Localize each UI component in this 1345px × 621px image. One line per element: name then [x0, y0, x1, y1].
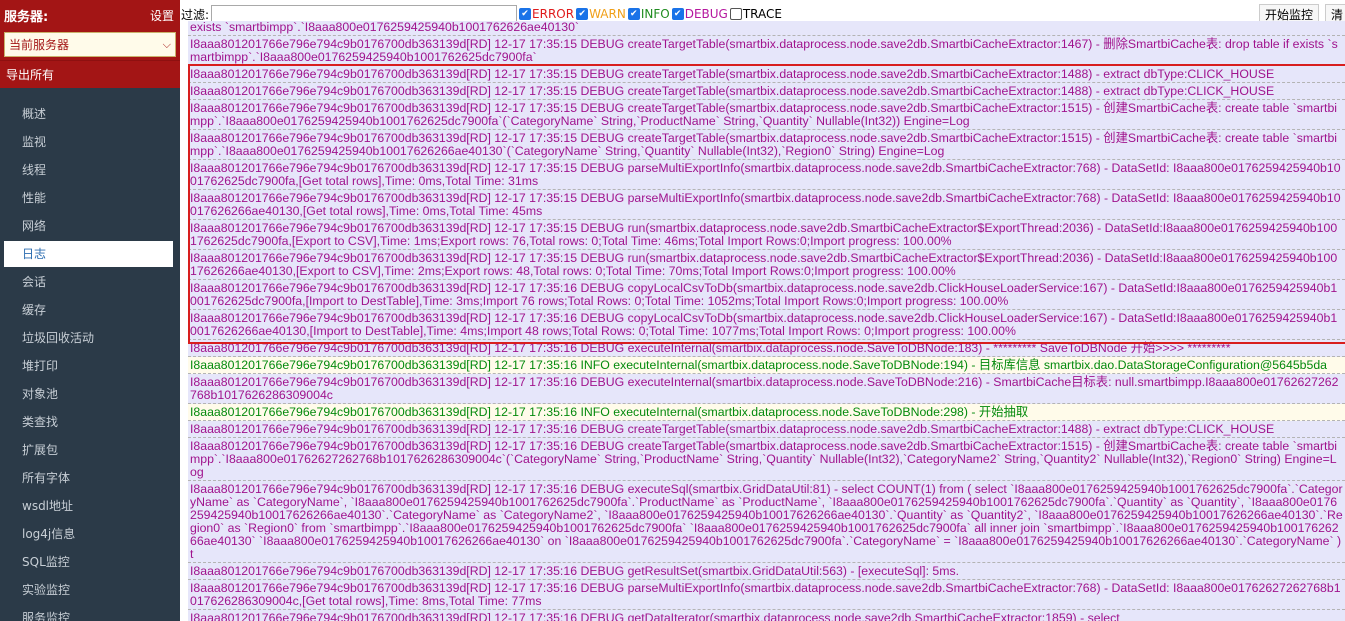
- log-entry: I8aaa801201766e796e794c9b0176700db363139…: [188, 220, 1345, 250]
- checkbox-checked-icon[interactable]: ✔: [671, 8, 684, 20]
- log-entry: I8aaa801201766e796e794c9b0176700db363139…: [188, 36, 1345, 66]
- sidebar: 服务器: 设置 当前服务器 ⌵ 导出所有 概述 监视 线程 性能 网络 日志 会话 缓存 垃圾回…: [0, 0, 180, 621]
- level-filter-label: INFO: [640, 7, 670, 21]
- sidebar-item[interactable]: 实验监控: [0, 576, 180, 604]
- level-filter-label: ERROR: [532, 7, 575, 21]
- log-entry: I8aaa801201766e796e794c9b0176700db363139…: [188, 66, 1345, 83]
- level-filter-warn[interactable]: ✔ WARN: [576, 7, 626, 21]
- log-output[interactable]: exists `smartbimpp`.`I8aaa800e0176259425…: [188, 21, 1345, 621]
- sidebar-nav: 概述 监视 线程 性能 网络 日志 会话 缓存 垃圾回收活动 堆打印 对象池 类查找 扩展包 所有字体 ws…: [0, 100, 180, 621]
- server-title: 服务器:: [4, 9, 49, 25]
- sidebar-item[interactable]: 所有字体: [0, 464, 180, 492]
- log-entry: I8aaa801201766e796e794c9b0176700db363139…: [188, 340, 1345, 357]
- sidebar-item[interactable]: 监视: [0, 128, 180, 156]
- sidebar-item[interactable]: 对象池: [0, 380, 180, 408]
- server-select-value: 当前服务器: [9, 38, 70, 52]
- sidebar-item[interactable]: 扩展包: [0, 436, 180, 464]
- sidebar-item[interactable]: 会话: [0, 268, 180, 296]
- level-filter-label: TRACE: [742, 7, 782, 21]
- level-filter-label: WARN: [589, 7, 626, 21]
- level-filters: ✔ ERROR ✔ WARN ✔ INFO ✔ DEBUG TRACE: [517, 7, 782, 21]
- log-entry: I8aaa801201766e796e794c9b0176700db363139…: [188, 610, 1345, 621]
- sidebar-item[interactable]: 日志: [4, 241, 173, 267]
- sidebar-item[interactable]: 垃圾回收活动: [0, 324, 180, 352]
- checkbox-checked-icon[interactable]: ✔: [627, 8, 640, 20]
- sidebar-item[interactable]: log4j信息: [0, 520, 180, 548]
- sidebar-item[interactable]: 服务监控: [0, 604, 180, 621]
- log-entry: I8aaa801201766e796e794c9b0176700db363139…: [188, 580, 1345, 610]
- sidebar-item[interactable]: 类查找: [0, 408, 180, 436]
- checkbox-checked-icon[interactable]: ✔: [519, 8, 532, 20]
- log-entry: I8aaa801201766e796e794c9b0176700db363139…: [188, 280, 1345, 310]
- log-entry: I8aaa801201766e796e794c9b0176700db363139…: [188, 374, 1345, 404]
- checkbox-checked-icon[interactable]: ✔: [576, 8, 589, 20]
- log-entry: I8aaa801201766e796e794c9b0176700db363139…: [188, 481, 1345, 563]
- level-filter-info[interactable]: ✔ INFO: [627, 7, 670, 21]
- settings-link[interactable]: 设置: [150, 7, 174, 24]
- sidebar-header: 服务器: 设置: [0, 0, 180, 30]
- sidebar-item[interactable]: 线程: [0, 156, 180, 184]
- log-entry: I8aaa801201766e796e794c9b0176700db363139…: [188, 310, 1345, 340]
- log-entry: I8aaa801201766e796e794c9b0176700db363139…: [188, 563, 1345, 580]
- log-entry: I8aaa801201766e796e794c9b0176700db363139…: [188, 100, 1345, 130]
- sidebar-item[interactable]: wsdl地址: [0, 492, 180, 520]
- level-filter-label: DEBUG: [684, 7, 728, 21]
- log-entry: I8aaa801201766e796e794c9b0176700db363139…: [188, 83, 1345, 100]
- log-entry: I8aaa801201766e796e794c9b0176700db363139…: [188, 421, 1345, 438]
- log-entry: I8aaa801201766e796e794c9b0176700db363139…: [188, 404, 1345, 421]
- log-entry: I8aaa801201766e796e794c9b0176700db363139…: [188, 250, 1345, 280]
- log-entry: I8aaa801201766e796e794c9b0176700db363139…: [188, 160, 1345, 190]
- server-select-wrap: 当前服务器 ⌵: [0, 30, 180, 60]
- sidebar-item[interactable]: 性能: [0, 184, 180, 212]
- level-filter-error[interactable]: ✔ ERROR: [519, 7, 574, 21]
- sidebar-item[interactable]: 缓存: [0, 296, 180, 324]
- log-entry: I8aaa801201766e796e794c9b0176700db363139…: [188, 130, 1345, 160]
- log-entry: I8aaa801201766e796e794c9b0176700db363139…: [188, 190, 1345, 220]
- sidebar-item[interactable]: 概述: [0, 100, 180, 128]
- level-filter-debug[interactable]: ✔ DEBUG: [671, 7, 728, 21]
- chevron-down-icon: ⌵: [162, 37, 171, 51]
- level-filter-trace[interactable]: TRACE: [729, 7, 782, 21]
- server-select[interactable]: 当前服务器 ⌵: [4, 32, 176, 57]
- sidebar-item[interactable]: SQL监控: [0, 548, 180, 576]
- log-entry: I8aaa801201766e796e794c9b0176700db363139…: [188, 357, 1345, 374]
- log-entry: exists `smartbimpp`.`I8aaa800e0176259425…: [188, 21, 1345, 36]
- sidebar-item[interactable]: 堆打印: [0, 352, 180, 380]
- sidebar-item[interactable]: 网络: [0, 212, 180, 240]
- checkbox-unchecked-icon[interactable]: [729, 8, 742, 20]
- export-all-button[interactable]: 导出所有: [0, 60, 180, 88]
- filter-label: 过滤:: [181, 7, 210, 22]
- log-entry: I8aaa801201766e796e794c9b0176700db363139…: [188, 438, 1345, 481]
